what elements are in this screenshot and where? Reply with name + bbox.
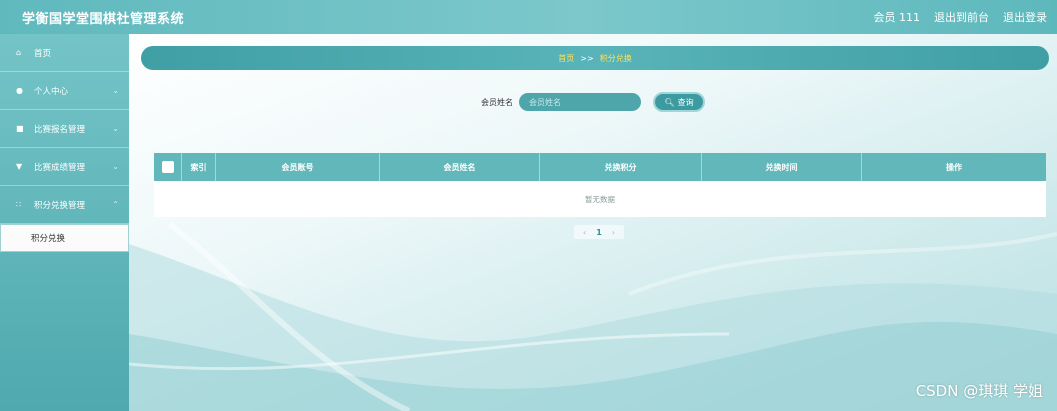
breadcrumb: 首页 >> 积分兑换 [141, 46, 1049, 70]
select-all-checkbox[interactable] [161, 161, 174, 173]
search-row: 会员姓名 🔍︎ 查询 [129, 91, 1057, 113]
empty-text: 暂无数据 [585, 194, 615, 204]
column-header: 会员账号 [216, 153, 380, 181]
user-icon: ● [16, 86, 23, 95]
register-icon: ■ [16, 124, 24, 133]
column-header: 会员姓名 [380, 153, 540, 181]
table-header-row: 索引 会员账号 会员姓名 兑换积分 兑换时间 操作 [154, 153, 1046, 181]
exchange-table: 索引 会员账号 会员姓名 兑换积分 兑换时间 操作 暂无数据 [154, 153, 1046, 217]
column-header: 兑换时间 [702, 153, 862, 181]
sidebar-item-label: 积分兑换管理 [34, 200, 86, 211]
chevron-down-icon: ⌄ [112, 86, 119, 95]
pagination: ‹ 1 › [574, 225, 624, 239]
page-number-current[interactable]: 1 [596, 228, 602, 237]
home-icon: ⌂ [16, 48, 22, 57]
grid-icon: ∷ [16, 200, 22, 209]
sidebar-subitem-points-exchange[interactable]: 积分兑换 [0, 224, 129, 252]
column-header: 兑换积分 [540, 153, 702, 181]
column-header: 操作 [946, 162, 962, 172]
top-header-bar: 学衡国学堂围棋社管理系统 会员 111 退出到前台 退出登录 [0, 0, 1057, 34]
sidebar-item-home[interactable]: ⌂ 首页 [0, 34, 129, 72]
user-name: 会员 111 [873, 11, 921, 24]
sidebar-item-label: 比赛成绩管理 [34, 162, 86, 173]
empty-table-row: 暂无数据 [154, 181, 1046, 217]
user-area: 会员 111 退出到前台 退出登录 [874, 9, 1048, 25]
search-button[interactable]: 🔍︎ 查询 [653, 92, 705, 112]
search-label: 会员姓名 [481, 97, 513, 107]
breadcrumb-separator: >> [580, 53, 594, 63]
app-title: 学衡国学堂围棋社管理系统 [22, 11, 185, 27]
breadcrumb-home-link[interactable]: 首页 [558, 53, 574, 64]
watermark: CSDN @琪琪 学姐 [915, 382, 1043, 400]
column-header: 索引 [182, 153, 216, 181]
chevron-up-icon: ⌃ [112, 200, 119, 209]
sidebar-item-label: 比赛报名管理 [34, 124, 86, 135]
sidebar: ⌂ 首页 ● 个人中心 ⌄ ■ 比赛报名管理 ⌄ ▼ 比赛成绩管理 ⌄ ∷ 积分… [0, 34, 129, 411]
search-icon: 🔍︎ [664, 97, 675, 107]
sidebar-item-match-results[interactable]: ▼ 比赛成绩管理 ⌄ [0, 148, 129, 186]
sidebar-item-points-exchange-management[interactable]: ∷ 积分兑换管理 ⌃ [0, 186, 129, 224]
sidebar-item-label: 个人中心 [34, 86, 69, 97]
chevron-down-icon: ⌄ [112, 162, 119, 171]
next-page-button[interactable]: › [612, 228, 615, 237]
select-all-cell[interactable] [154, 153, 182, 181]
sidebar-item-personal-center[interactable]: ● 个人中心 ⌄ [0, 72, 129, 110]
sidebar-item-match-registration[interactable]: ■ 比赛报名管理 ⌄ [0, 110, 129, 148]
sidebar-item-label: 首页 [34, 48, 52, 59]
search-button-label: 查询 [677, 97, 694, 107]
breadcrumb-current: 积分兑换 [599, 53, 632, 63]
sidebar-subitem-label: 积分兑换 [31, 234, 66, 244]
member-name-search-input[interactable] [519, 93, 641, 111]
trophy-icon: ▼ [16, 162, 23, 171]
main-content: 首页 >> 积分兑换 会员姓名 🔍︎ 查询 索引 会员账号 会员姓名 兑换积分 … [129, 34, 1057, 411]
exit-to-front-link[interactable]: 退出到前台 [934, 9, 989, 25]
chevron-down-icon: ⌄ [112, 124, 119, 133]
logout-link[interactable]: 退出登录 [1003, 9, 1047, 25]
prev-page-button[interactable]: ‹ [583, 228, 586, 237]
